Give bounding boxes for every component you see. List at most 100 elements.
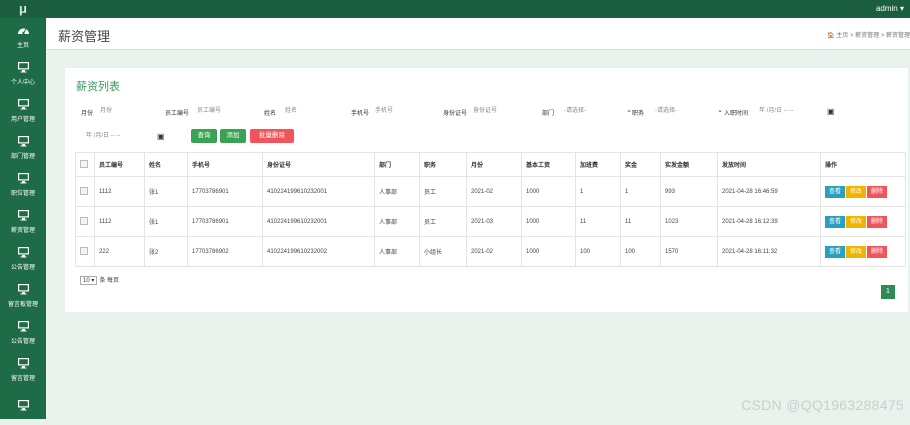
- dept-select-value: -请选择-: [564, 108, 586, 114]
- column-header: 手机号: [187, 152, 263, 177]
- select-all-checkbox[interactable]: [80, 159, 88, 168]
- month-label: 月份: [81, 111, 94, 117]
- name-label: 姓名: [264, 111, 277, 117]
- join-date-label: 入职时间: [724, 111, 749, 117]
- user-menu[interactable]: admin ▾: [876, 0, 904, 18]
- position-select-value: -请选择-: [655, 108, 677, 114]
- sidebar-item-label: 部门管理: [10, 154, 35, 160]
- dashboard-icon: [17, 24, 30, 40]
- table-cell: 1000: [521, 236, 576, 267]
- top-bar: μ admin ▾: [0, 0, 910, 18]
- logo: μ: [19, 1, 27, 16]
- sidebar-item-label: 留言板管理: [7, 302, 38, 308]
- table-cell: 1: [620, 176, 661, 207]
- table-cell: 11: [575, 206, 621, 237]
- page-title: 薪资管理: [58, 29, 111, 44]
- view-button[interactable]: 查看: [825, 215, 846, 228]
- table-cell: 2021-04-28 16:11:32: [717, 236, 821, 267]
- join-date-end-input[interactable]: 年 /月/日 -- --: [84, 129, 168, 143]
- edit-button[interactable]: 修改: [846, 245, 867, 258]
- table-cell: 410224199610232001: [262, 206, 375, 237]
- empno-input[interactable]: 员工编号: [195, 104, 259, 118]
- query-button[interactable]: 查询: [191, 129, 217, 143]
- position-label: 职务: [632, 111, 645, 117]
- delete-button[interactable]: 删除: [867, 215, 888, 228]
- edit-button[interactable]: 修改: [846, 185, 867, 198]
- table-cell: 11: [620, 206, 661, 237]
- table-cell: 1112: [94, 176, 145, 207]
- sidebar-item-4[interactable]: 职位管理: [0, 166, 46, 203]
- table-cell: 人事部: [374, 176, 420, 207]
- row-checkbox[interactable]: [80, 216, 88, 225]
- table-cell: 1000: [521, 176, 576, 207]
- sidebar-item-9[interactable]: 留言管理: [0, 351, 46, 388]
- table-cell: 张1: [144, 206, 188, 237]
- table-cell: 222: [94, 236, 145, 267]
- breadcrumb[interactable]: 🏠 主页 > 薪资管理 > 薪资管理: [827, 30, 910, 39]
- column-header: 月份: [466, 152, 522, 177]
- column-header: 员工编号: [94, 152, 145, 177]
- table-cell: 17703786901: [187, 176, 263, 207]
- salary-panel: 薪资列表 月份 月份 员工编号 员工编号 姓名 姓名 手机号 手机号 身份证号 …: [65, 68, 908, 312]
- phone-label: 手机号: [351, 111, 370, 117]
- delete-button[interactable]: 删除: [867, 185, 888, 198]
- calendar-icon[interactable]: ▣: [827, 107, 835, 116]
- sidebar-item-10[interactable]: [0, 388, 46, 425]
- table-cell: 员工: [419, 176, 467, 207]
- add-button[interactable]: 添加: [220, 129, 246, 143]
- view-button[interactable]: 查看: [825, 185, 846, 198]
- view-button[interactable]: 查看: [825, 245, 846, 258]
- month-input[interactable]: 月份: [98, 104, 162, 118]
- table-cell: 1570: [660, 236, 718, 267]
- sidebar-item-1[interactable]: 个人中心: [0, 55, 46, 92]
- sidebar-item-label: 个人中心: [10, 80, 35, 86]
- idcard-input[interactable]: 身份证号: [471, 104, 535, 118]
- batch-delete-button[interactable]: 批量删除: [250, 129, 294, 143]
- phone-input[interactable]: 手机号: [373, 104, 437, 118]
- page-size-control: 10 ▾ 条 每页: [80, 275, 119, 285]
- table-row: 1112 张1 17703786901 410224199610232001 人事部 员工…: [75, 176, 906, 207]
- delete-button[interactable]: 删除: [867, 245, 888, 258]
- table-cell: 100: [575, 236, 621, 267]
- table-cell: 人事部: [374, 206, 420, 237]
- sidebar-item-6[interactable]: 公告管理: [0, 240, 46, 277]
- table-cell: 410224199610232002: [262, 236, 375, 267]
- table-cell: 张2: [144, 236, 188, 267]
- page-button-1[interactable]: 1: [881, 285, 895, 299]
- sidebar-item-7[interactable]: 留言板管理: [0, 277, 46, 314]
- table-cell: 993: [660, 176, 718, 207]
- table-cell: 1023: [660, 206, 718, 237]
- sidebar: 主页 个人中心 用户管理 部门管理 职位管理 薪资管理 公告管理 留言板管理 公告管理 留言管理: [0, 18, 46, 419]
- monitor-icon: [17, 209, 30, 225]
- content-header: 薪资管理 🏠 主页 > 薪资管理 > 薪资管理: [46, 18, 910, 50]
- column-header: 实发金额: [660, 152, 718, 177]
- sidebar-item-label: 用户管理: [10, 117, 35, 123]
- panel-title: 薪资列表: [76, 81, 120, 93]
- position-select[interactable]: -请选择- ⌄: [653, 104, 723, 118]
- per-page-label: 条 每页: [99, 278, 120, 284]
- column-header: 姓名: [144, 152, 188, 177]
- sidebar-item-0[interactable]: 主页: [0, 18, 46, 55]
- sidebar-item-label: 公告管理: [10, 265, 35, 271]
- sidebar-item-3[interactable]: 部门管理: [0, 129, 46, 166]
- monitor-icon: [17, 399, 30, 415]
- name-input[interactable]: 姓名: [283, 104, 347, 118]
- row-select-cell: [75, 206, 95, 237]
- row-checkbox[interactable]: [80, 246, 88, 255]
- table-cell: 1: [575, 176, 621, 207]
- sidebar-item-5[interactable]: 薪资管理: [0, 203, 46, 240]
- row-actions: 查看 修改 删除: [820, 206, 906, 237]
- table-cell: 2021-04-28 16:12:39: [717, 206, 821, 237]
- row-checkbox[interactable]: [80, 186, 88, 195]
- chevron-down-icon: ⌄: [717, 107, 723, 114]
- table-cell: 2021-03: [466, 206, 522, 237]
- table-row: 222 张2 17703786902 410224199610232002 人事部 小组长…: [75, 236, 906, 267]
- page-size-select[interactable]: 10 ▾: [80, 276, 98, 285]
- calendar-icon[interactable]: ▣: [157, 132, 165, 141]
- dept-select[interactable]: -请选择- ⌄: [562, 104, 632, 118]
- monitor-icon: [17, 98, 30, 114]
- sidebar-item-8[interactable]: 公告管理: [0, 314, 46, 351]
- column-header: 奖金: [620, 152, 661, 177]
- edit-button[interactable]: 修改: [846, 215, 867, 228]
- sidebar-item-2[interactable]: 用户管理: [0, 92, 46, 129]
